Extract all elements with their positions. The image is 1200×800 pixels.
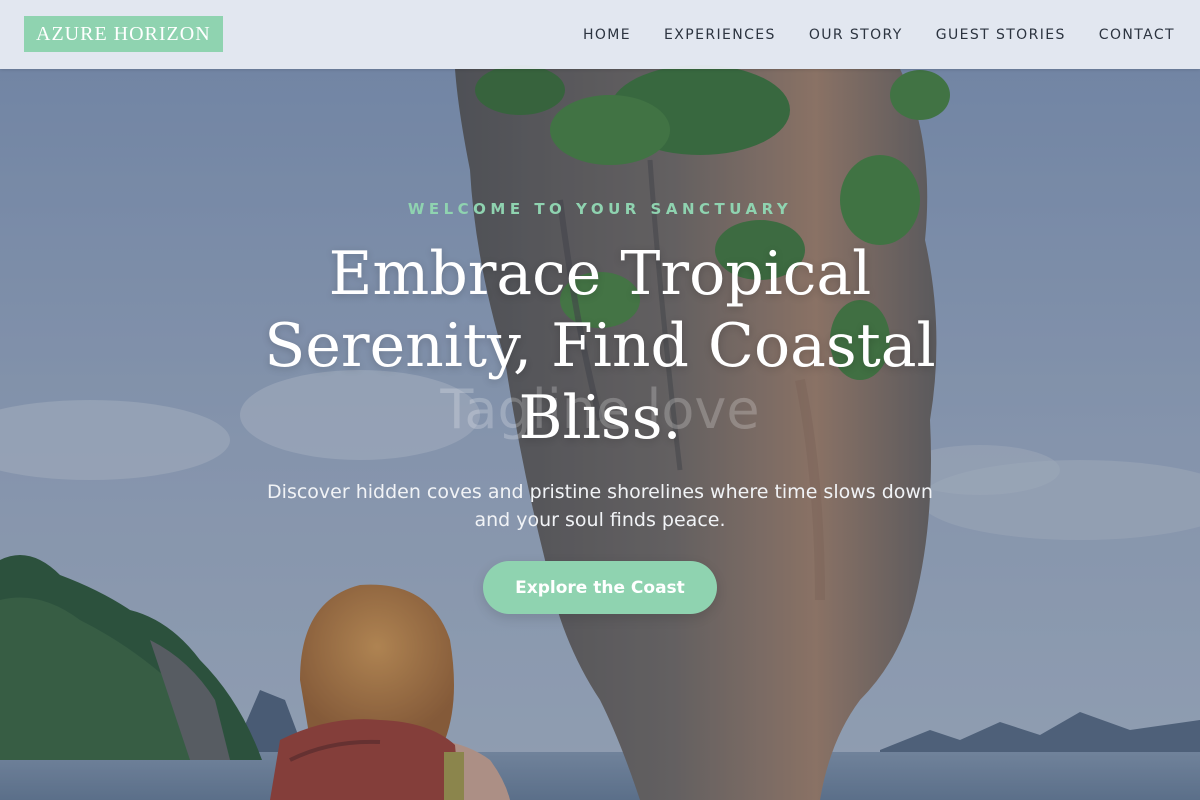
nav-link-guest-stories[interactable]: GUEST STORIES	[936, 27, 1066, 43]
main-nav: HOME EXPERIENCES OUR STORY GUEST STORIES…	[583, 0, 1175, 69]
hero-eyebrow: WELCOME TO YOUR SANCTUARY	[407, 200, 793, 218]
site-header: AZURE HORIZON HOME EXPERIENCES OUR STORY…	[0, 0, 1200, 69]
nav-link-our-story[interactable]: OUR STORY	[809, 27, 903, 43]
landing-page: Tagline love AZURE HORIZON HOME EXPERIEN…	[0, 0, 1200, 800]
nav-link-experiences[interactable]: EXPERIENCES	[664, 27, 776, 43]
nav-link-home[interactable]: HOME	[583, 27, 631, 43]
hero-section: WELCOME TO YOUR SANCTUARY Embrace Tropic…	[0, 0, 1200, 800]
explore-coast-button[interactable]: Explore the Coast	[483, 561, 717, 614]
hero-headline: Embrace Tropical Serenity, Find Coastal …	[264, 239, 936, 453]
hero-subheadline: Discover hidden coves and pristine shore…	[267, 481, 933, 531]
site-logo[interactable]: AZURE HORIZON	[24, 16, 223, 52]
nav-link-contact[interactable]: CONTACT	[1099, 27, 1175, 43]
